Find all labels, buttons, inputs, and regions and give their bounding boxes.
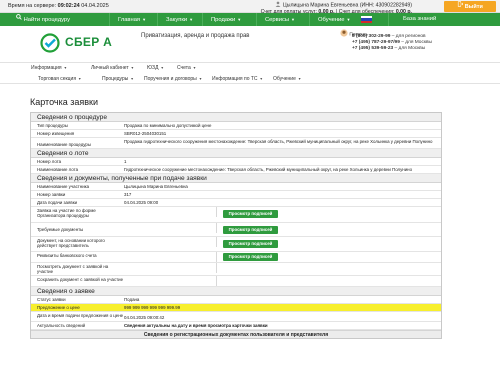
table-row: Номер извещения SBR012-2504030151: [31, 130, 441, 138]
exit-icon: [457, 1, 464, 12]
document-row: Посмотреть документ с заявкой на участие: [31, 263, 441, 276]
application-card: Карточка заявки Сведения о процедуре Тип…: [30, 97, 442, 339]
table-row: Дата подачи заявки 04.04.2025 09:00: [31, 199, 441, 207]
nav-sales[interactable]: Продажи ▼: [202, 13, 256, 26]
document-row: Заявка на участие по форме Организатора …: [31, 207, 441, 223]
search-icon: [16, 13, 22, 26]
card-frame: Сведения о процедуре Тип процедуры Продаж…: [30, 112, 442, 339]
table-row: Тип процедуры Продажа по минимально допус…: [31, 122, 441, 130]
registration-docs-header[interactable]: Сведения о регистрационных документах по…: [31, 330, 441, 338]
exit-button[interactable]: Выйти: [444, 1, 496, 12]
sber-logo-icon: [40, 33, 60, 53]
table-row: Номер лота 1: [31, 158, 441, 166]
nav-knowledge-base[interactable]: База знаний: [388, 13, 453, 26]
chevron-down-icon: ▼: [198, 77, 203, 81]
server-time: Время на сервере: 09:02:24 04.04.2025: [8, 3, 109, 9]
russia-flag-icon[interactable]: [361, 16, 372, 23]
procedure-section: Сведения о процедуре Тип процедуры Продаж…: [31, 113, 441, 149]
subnav-training[interactable]: Обучение ▼: [273, 76, 301, 82]
table-row: Дата и время подачи предложения о цене 04…: [31, 312, 441, 322]
status-value: Подана: [124, 297, 140, 302]
chevron-down-icon: ▼: [160, 66, 164, 70]
nav-find-procedure[interactable]: Найти процедуру: [8, 13, 109, 26]
nav-main[interactable]: Главная ▼: [109, 13, 157, 26]
table-row: Актуальность сведений Сведения актуальны …: [31, 322, 441, 330]
chevron-down-icon: ▼: [237, 17, 242, 22]
view-signatures-button[interactable]: Просмотр подписей: [223, 210, 278, 218]
subnav-procedures[interactable]: Процедуры ▼: [102, 76, 134, 82]
documents-section: Сведения и документы, полученные при под…: [31, 174, 441, 287]
price-offer-row: Предложение о цене 999 999 999 999 999 99…: [31, 304, 441, 312]
chevron-down-icon: ▼: [346, 17, 351, 22]
nav-purchases[interactable]: Закупки ▼: [157, 13, 202, 26]
support-avatar-icon: [340, 29, 348, 39]
view-application-document-link[interactable]: Посмотреть документ с заявкой на участие: [31, 263, 124, 275]
subnav-yuzd[interactable]: ЮЗД ▼: [147, 65, 164, 71]
document-row: Сохранить документ с заявкой на участие: [31, 276, 441, 287]
site-header: СБЕР А Приватизация, аренда и продажа пр…: [0, 26, 500, 62]
section-header: Сведения о лоте: [31, 149, 441, 158]
nav-services[interactable]: Сервисы ▼: [256, 13, 309, 26]
top-info-bar: Время на сервере: 09:02:24 04.04.2025 Цы…: [0, 0, 500, 15]
subnav-accounts[interactable]: Счета ▼: [177, 65, 196, 71]
chevron-down-icon: ▼: [189, 17, 194, 22]
document-row: Документ, на основании которого действуе…: [31, 237, 441, 252]
section-header: Сведения о процедуре: [31, 113, 441, 122]
subnav-ts-info[interactable]: Информация по ТС ▼: [212, 76, 263, 82]
nav-training[interactable]: Обучение ▼: [309, 13, 357, 26]
chevron-down-icon: ▼: [297, 77, 302, 81]
user-name[interactable]: Цылицына Марина Евгеньевна: [283, 2, 358, 8]
chevron-down-icon: ▼: [192, 66, 197, 70]
table-row: Наименование процедуры Продажа гидротехни…: [31, 138, 441, 149]
sber-a-logo[interactable]: СБЕР А: [40, 33, 128, 55]
tagline: Приватизация, аренда и продажа прав: [141, 33, 250, 39]
table-row: Наименование участника Цылицына Марина Ев…: [31, 183, 441, 191]
sub-navigation: Информация ▼ Личный кабинет ▼ ЮЗД ▼ Счета ▼ …: [0, 62, 500, 84]
table-row: Статус заявки Подана: [31, 296, 441, 304]
phone-list: 8 (800) 302-29-99 – для регионов +7 (495…: [352, 34, 432, 51]
app-window: Время на сервере: 09:02:24 04.04.2025 Цы…: [0, 0, 500, 384]
application-section: Сведения о заявке Статус заявки Подана Пр…: [31, 287, 441, 338]
page-title: Карточка заявки: [30, 97, 98, 107]
document-row: Требуемые документы Просмотр подписей: [31, 223, 441, 237]
chevron-down-icon: ▼: [142, 17, 147, 22]
view-signatures-button[interactable]: Просмотр подписей: [223, 240, 278, 248]
chevron-down-icon: ▼: [259, 77, 264, 81]
subnav-personal-cabinet[interactable]: Личный кабинет ▼: [91, 65, 134, 71]
view-signatures-button[interactable]: Просмотр подписей: [223, 253, 278, 261]
price-offer-value: 999 999 999 999 999 999.99: [124, 305, 181, 310]
chevron-down-icon: ▼: [130, 77, 134, 81]
main-nav-bar: Найти процедуру Главная ▼ Закупки ▼ Продаж…: [0, 13, 500, 26]
chevron-down-icon: ▼: [78, 77, 82, 81]
chevron-down-icon: ▼: [63, 66, 68, 70]
subnav-trading-section[interactable]: Торговая секция ▼: [38, 76, 82, 82]
section-header: Сведения и документы, полученные при под…: [31, 174, 441, 183]
table-row: Номер заявки 317: [31, 191, 441, 199]
user-icon: [275, 1, 281, 9]
lot-section: Сведения о лоте Номер лота 1 Наименование…: [31, 149, 441, 174]
logo-text: СБЕР А: [65, 35, 113, 49]
document-row: Реквизиты банковского счета Просмотр подп…: [31, 252, 441, 263]
subnav-information[interactable]: Информация ▼: [31, 65, 67, 71]
chevron-down-icon: ▼: [130, 66, 135, 70]
table-row: Наименование лота Гидротехническое сооруж…: [31, 166, 441, 174]
view-signatures-button[interactable]: Просмотр подписей: [223, 226, 278, 234]
chevron-down-icon: ▼: [291, 17, 295, 22]
save-application-document-link[interactable]: Сохранить документ с заявкой на участие: [31, 276, 124, 286]
subnav-orders-contracts[interactable]: Поручения и договоры ▼: [144, 76, 202, 82]
section-header: Сведения о заявке: [31, 287, 441, 296]
